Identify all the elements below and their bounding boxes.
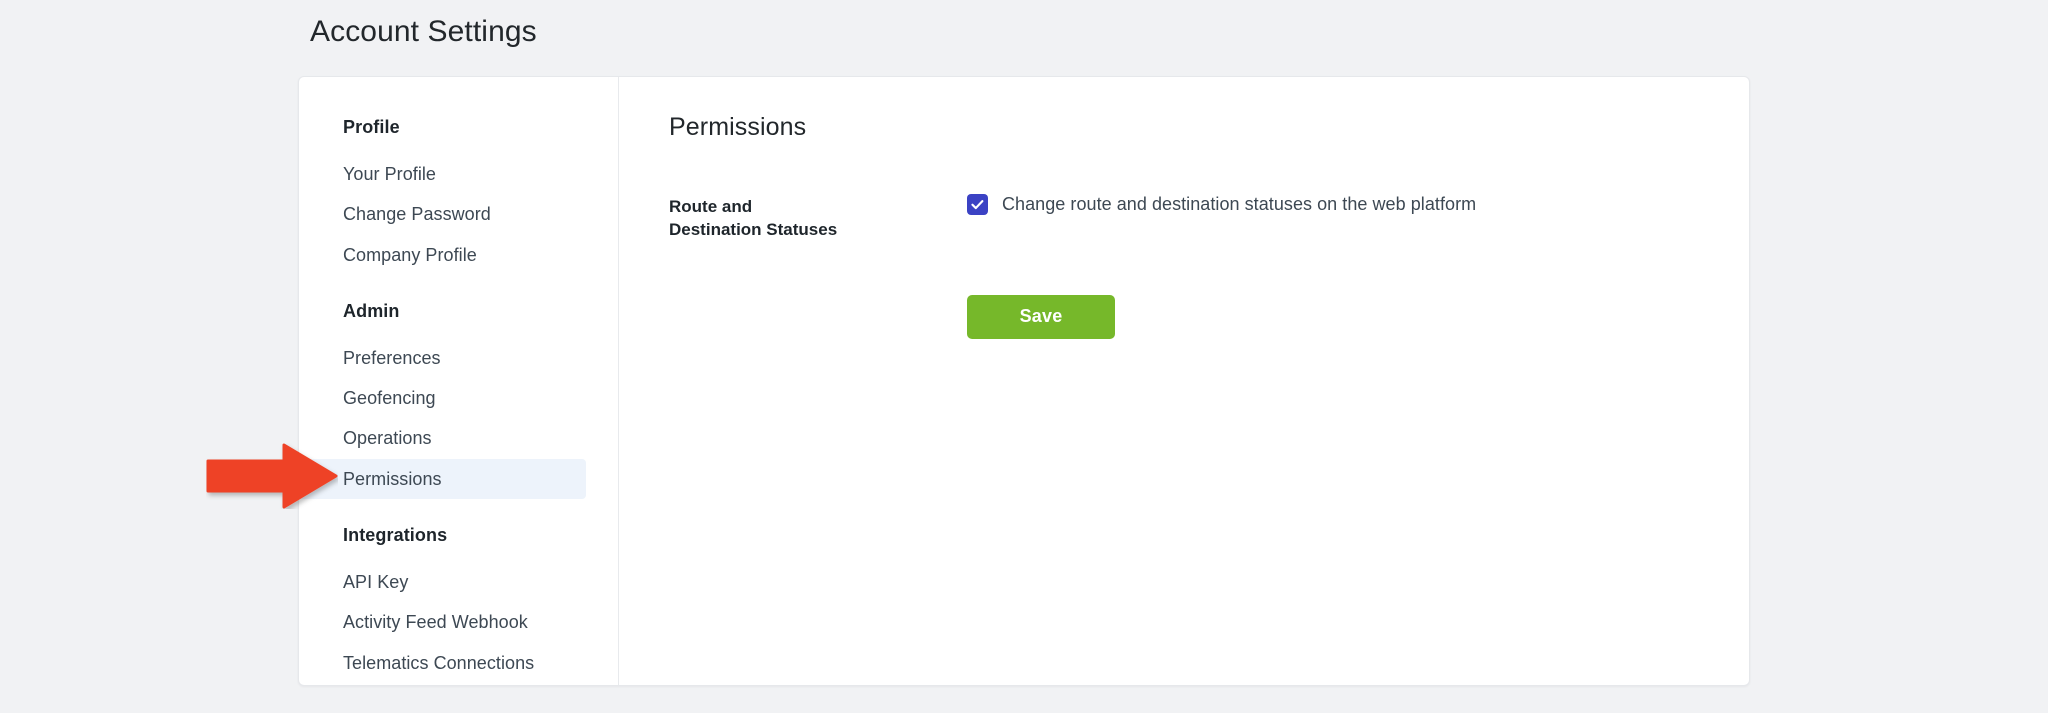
sidebar-item-telematics-connections[interactable]: Telematics Connections [299, 643, 586, 683]
nav-group-profile: Profile Your Profile Change Password Com… [299, 117, 618, 275]
sidebar-item-api-key[interactable]: API Key [299, 562, 586, 602]
nav-group-title-admin: Admin [343, 300, 400, 321]
page-title: Account Settings [310, 15, 537, 48]
permission-row-label-line1: Route and [669, 197, 753, 216]
nav-group-admin: Admin Preferences Geofencing Operations … [299, 300, 618, 500]
settings-sidebar: Profile Your Profile Change Password Com… [299, 77, 619, 685]
permission-row-label: Route and Destination Statuses [669, 194, 967, 242]
permission-row-label-line2: Destination Statuses [669, 219, 838, 239]
checkmark-icon [971, 200, 984, 210]
sidebar-item-operations[interactable]: Operations [299, 418, 586, 458]
sidebar-item-geofencing[interactable]: Geofencing [299, 378, 586, 418]
sidebar-item-company-profile[interactable]: Company Profile [299, 235, 586, 275]
content-title: Permissions [669, 113, 807, 141]
permission-row-route-and-destination-statuses: Route and Destination Statuses Change ro… [669, 194, 1749, 242]
save-row: Save [669, 294, 1749, 339]
settings-content: Permissions Route and Destination Status… [619, 77, 1749, 685]
nav-group-title-integrations: Integrations [343, 525, 448, 546]
nav-group-title-profile: Profile [343, 117, 400, 137]
checkbox-label-change-route-statuses[interactable]: Change route and destination statuses on… [1002, 194, 1476, 215]
sidebar-item-your-profile[interactable]: Your Profile [299, 154, 586, 194]
checkbox-change-route-statuses[interactable] [967, 194, 988, 215]
permission-checkbox-field: Change route and destination statuses on… [967, 194, 1476, 215]
settings-card: Profile Your Profile Change Password Com… [298, 76, 1750, 686]
sidebar-item-permissions[interactable]: Permissions [299, 458, 586, 500]
save-button[interactable]: Save [967, 294, 1115, 339]
sidebar-item-change-password[interactable]: Change Password [299, 194, 586, 234]
nav-group-integrations: Integrations API Key Activity Feed Webho… [299, 525, 618, 683]
sidebar-item-preferences[interactable]: Preferences [299, 338, 586, 378]
sidebar-item-activity-feed-webhook[interactable]: Activity Feed Webhook [299, 602, 586, 642]
